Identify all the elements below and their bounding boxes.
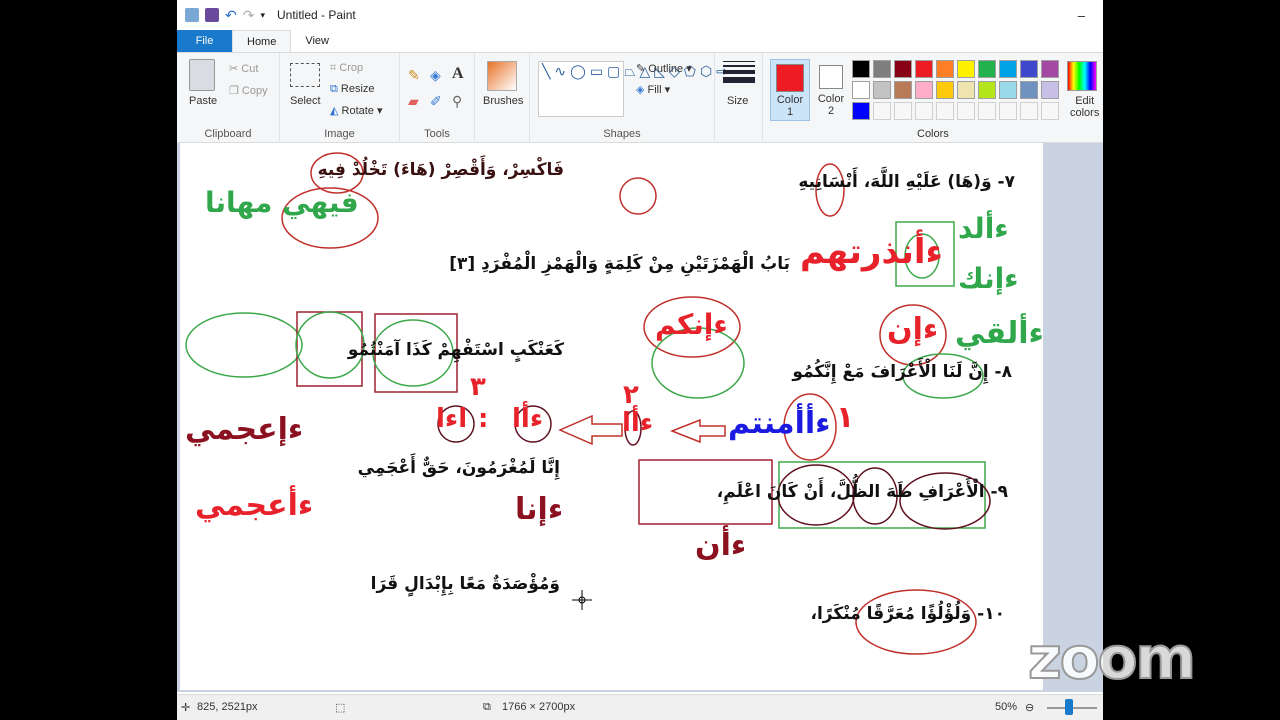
line-7-left: فَاكْسِرْ، وَأَقْصِرْ (هَاءَ) تَخْلُدْ ف… bbox=[317, 160, 564, 180]
note-colon: : bbox=[478, 404, 489, 434]
palette-swatch[interactable] bbox=[852, 102, 870, 120]
line-8-left: كَعَنْكَبٍ اسْتَفْهِمْ كَذَا آمَنْتُمُو bbox=[347, 340, 564, 360]
palette-swatch[interactable] bbox=[1041, 81, 1059, 99]
note-aajami: ءأعجمي bbox=[195, 488, 314, 523]
section-heading: بَابُ الْهَمْزَتَيْنِ مِنْ كَلِمَةٍ وَال… bbox=[449, 254, 790, 274]
line-10-right: ١٠- وَلُؤْلُؤًا مُعَرَّقًا مُنْكَرًا، bbox=[810, 604, 1005, 624]
note-innaka: ءإنك bbox=[958, 262, 1019, 295]
line-9-right: ٩- الْأَعْرَافِ طَهَ الظُّلَّ، أَنْ كَان… bbox=[716, 482, 1008, 502]
palette-swatch[interactable] bbox=[957, 102, 975, 120]
palette-swatch[interactable] bbox=[1041, 60, 1059, 78]
palette-swatch[interactable] bbox=[957, 60, 975, 78]
palette-swatch[interactable] bbox=[873, 60, 891, 78]
note-ulqi: ءألقي bbox=[955, 316, 1044, 351]
zoom-out-button[interactable]: ⊖ bbox=[1025, 701, 1034, 714]
palette-swatch[interactable] bbox=[936, 81, 954, 99]
note-innakum: ءإنكم bbox=[655, 308, 728, 341]
palette-swatch[interactable] bbox=[978, 60, 996, 78]
cursor-position-icon: ✛ bbox=[181, 702, 191, 714]
palette-swatch[interactable] bbox=[894, 81, 912, 99]
palette-swatch[interactable] bbox=[894, 102, 912, 120]
palette-swatch[interactable] bbox=[936, 102, 954, 120]
note-andhartahum: ءأنذرتهم bbox=[800, 232, 943, 272]
palette-swatch[interactable] bbox=[999, 81, 1017, 99]
line-9-left: إِنَّا لَمُغْرَمُونَ، حَقٌّ أَعْجَمِي bbox=[357, 458, 560, 478]
note-alid: ءألد bbox=[958, 212, 1009, 245]
note-inna: ءإنا bbox=[515, 492, 564, 527]
palette-swatch[interactable] bbox=[852, 60, 870, 78]
annotation-layer bbox=[185, 152, 991, 655]
palette-swatch[interactable] bbox=[1020, 60, 1038, 78]
palette-swatch[interactable] bbox=[915, 60, 933, 78]
palette-swatch[interactable] bbox=[978, 81, 996, 99]
note-iajami: ءإعجمي bbox=[185, 412, 304, 447]
note-step2: ءأا bbox=[622, 408, 654, 438]
palette-swatch[interactable] bbox=[1020, 102, 1038, 120]
zoom-watermark-logo: zoom bbox=[1027, 623, 1197, 693]
zoom-level: 50% bbox=[995, 701, 1018, 713]
palette-swatch[interactable] bbox=[915, 81, 933, 99]
palette-swatch[interactable] bbox=[873, 81, 891, 99]
palette-swatch[interactable] bbox=[999, 102, 1017, 120]
palette-swatch[interactable] bbox=[936, 60, 954, 78]
palette-swatch[interactable] bbox=[1041, 102, 1059, 120]
status-bar: ✛ 825, 2521px ⬚ ⧉ 1766 × 2700px 50% ⊖ bbox=[177, 694, 1103, 720]
number-1: ١ bbox=[836, 400, 855, 435]
line-7-right: ٧- وَ(هَا) عَلَيْهِ اللَّهَ، أَنْسَانِيه… bbox=[798, 172, 1015, 192]
palette-swatch[interactable] bbox=[915, 102, 933, 120]
note-an: ءأن bbox=[695, 528, 747, 563]
line-10-left: وَمُؤْصَدَةٌ مَعًا بِإِبْدَالٍ قَرَا bbox=[370, 574, 560, 594]
palette-swatch[interactable] bbox=[1020, 81, 1038, 99]
circle-amantumu bbox=[185, 312, 303, 378]
line-8-right: ٨- إِنَّ لَنَا الْأَعْرَافَ مَعْ إِنَّكُ… bbox=[792, 362, 1012, 382]
note-aamantum: ءأأمنتم bbox=[728, 406, 831, 441]
zoom-slider-thumb[interactable] bbox=[1065, 699, 1073, 715]
note-step3b: اءا bbox=[436, 404, 468, 434]
note-fihi-muhana: فيهي مهانا bbox=[205, 186, 359, 219]
cursor-position: 825, 2521px bbox=[197, 701, 258, 713]
palette-swatch[interactable] bbox=[999, 60, 1017, 78]
image-size-icon: ⧉ bbox=[483, 701, 491, 713]
arrow-left-1 bbox=[669, 418, 726, 444]
image-size: 1766 × 2700px bbox=[502, 701, 576, 713]
arrow-left-2 bbox=[558, 414, 623, 446]
palette-swatch[interactable] bbox=[852, 81, 870, 99]
note-in: ءإن bbox=[887, 312, 939, 347]
number-3: ٣ bbox=[470, 372, 486, 402]
palette-swatch[interactable] bbox=[957, 81, 975, 99]
crosshair-cursor-icon bbox=[572, 590, 592, 610]
palette-swatch[interactable] bbox=[894, 60, 912, 78]
palette-swatch[interactable] bbox=[873, 102, 891, 120]
circle-anssanihi bbox=[619, 177, 657, 215]
palette-swatch[interactable] bbox=[978, 102, 996, 120]
selection-size-icon: ⬚ bbox=[335, 702, 346, 714]
note-step3a: ءأا bbox=[512, 404, 544, 434]
number-2: ٢ bbox=[623, 380, 639, 410]
